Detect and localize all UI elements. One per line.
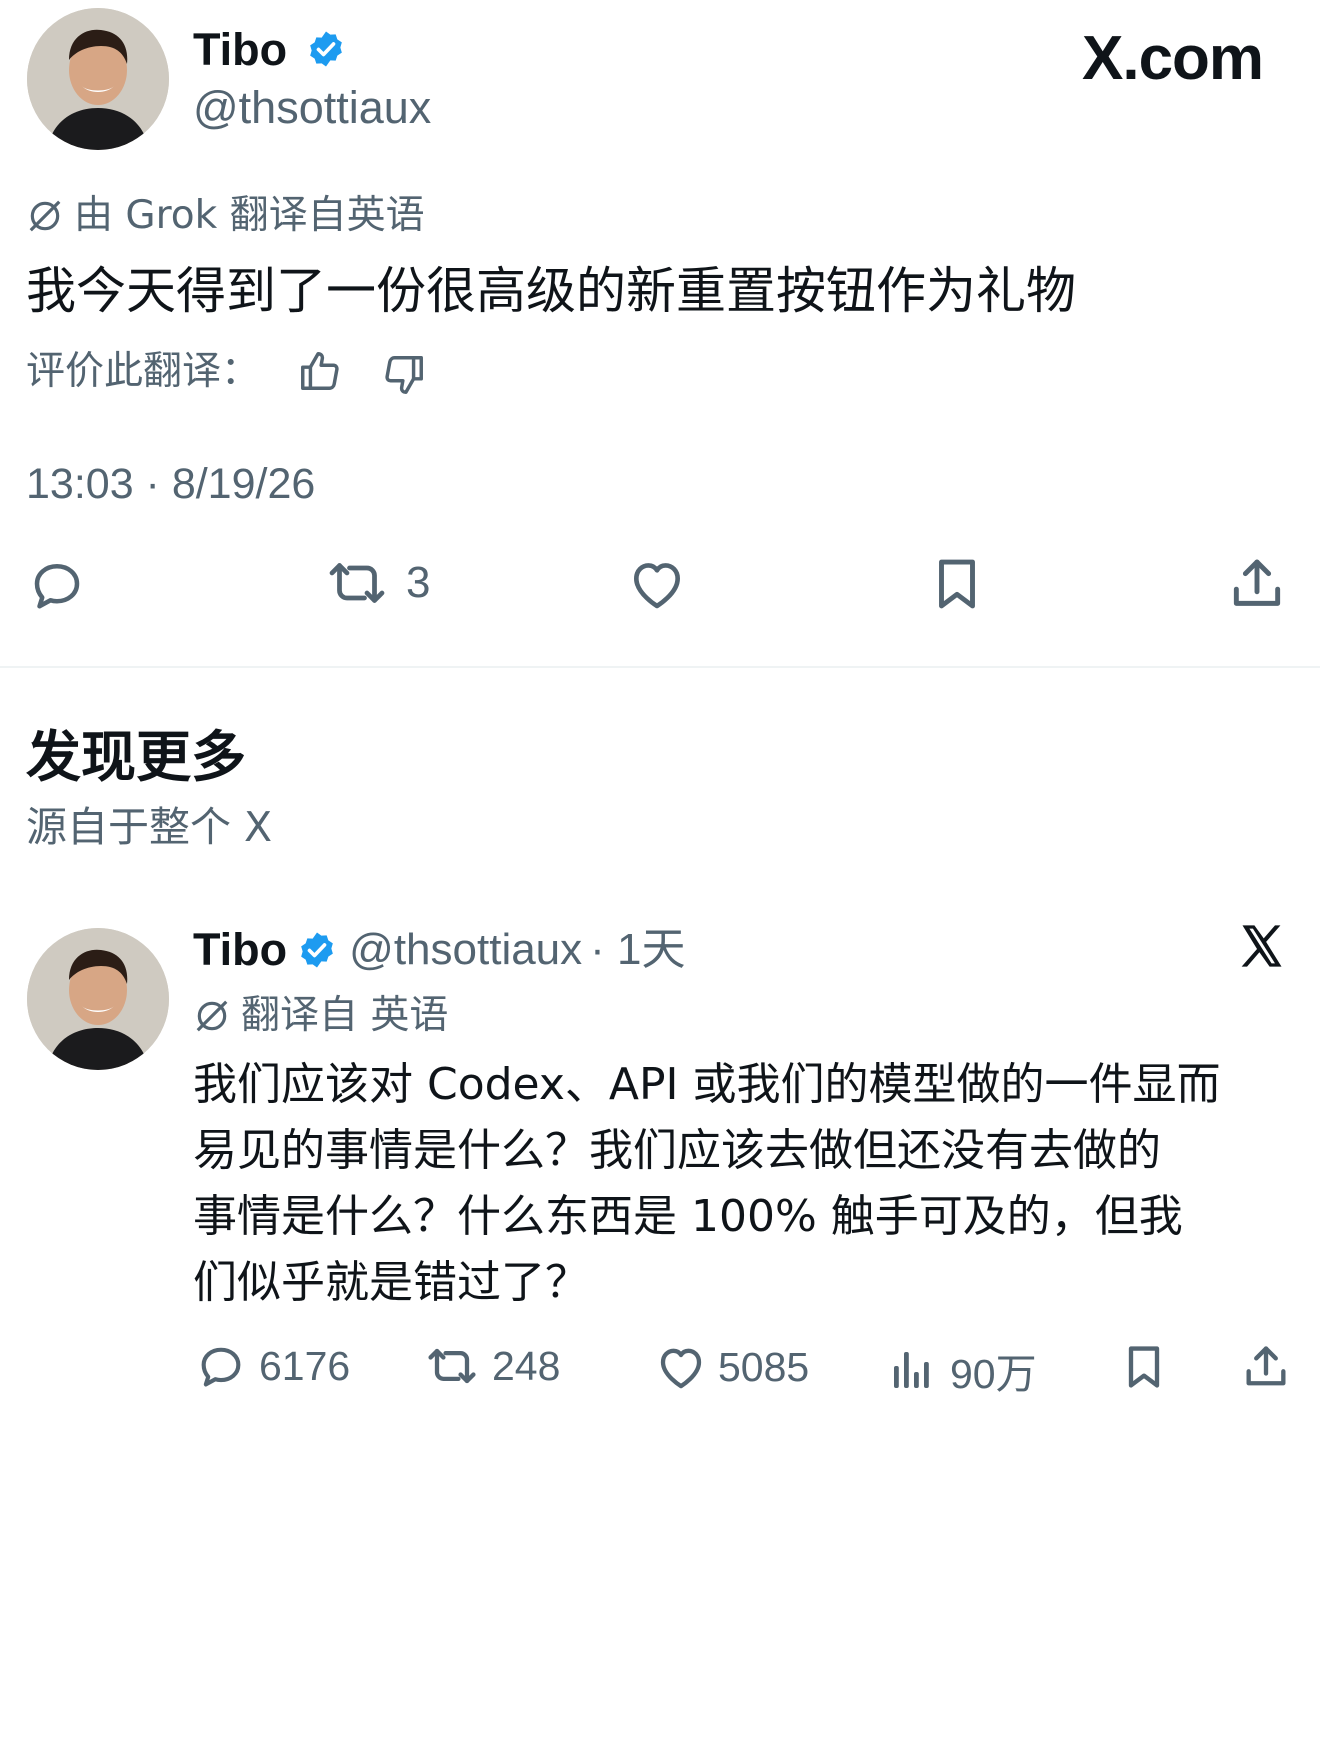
tweet-age: · 1天: [590, 925, 686, 974]
tweet-timestamp[interactable]: 13:03 · 8/19/26: [26, 456, 315, 512]
retweet-button[interactable]: 248: [422, 1340, 560, 1392]
tweet-text-line: 易见的事情是什么？我们应该去做但还没有去做的: [193, 1125, 1161, 1176]
reply-icon[interactable]: [27, 555, 87, 619]
avatar[interactable]: [27, 928, 169, 1070]
author-handle[interactable]: @thsottiaux: [193, 80, 431, 136]
translation-label[interactable]: 翻译自 英语: [193, 990, 448, 1042]
bookmark-icon[interactable]: [1118, 1340, 1170, 1398]
discover-title: 发现更多: [26, 725, 247, 789]
thumbs-down-icon[interactable]: [381, 352, 427, 402]
author-name[interactable]: Tibo: [193, 922, 287, 978]
author-name[interactable]: Tibo: [193, 22, 287, 78]
tweet-text-line: 事情是什么？什么东西是 100% 触手可及的，但我: [193, 1191, 1183, 1242]
translate-icon: [193, 997, 231, 1035]
retweet-button[interactable]: 3: [322, 553, 430, 613]
related-tweet-header: Tibo @thsottiaux · 1天: [193, 922, 686, 978]
views-count: 90万: [950, 1351, 1037, 1397]
avatar[interactable]: [27, 8, 169, 150]
thumbs-up-icon[interactable]: [297, 348, 343, 398]
reply-count: 6176: [259, 1342, 351, 1389]
tweet-text-line: 我们应该对 Codex、API 或我们的模型做的一件显而: [193, 1059, 1221, 1110]
retweet-icon: [422, 1340, 482, 1392]
like-count: 5085: [718, 1343, 810, 1390]
related-tweet-text: 我们应该对 Codex、API 或我们的模型做的一件显而 易见的事情是什么？我们…: [193, 1052, 1221, 1316]
like-button[interactable]: 5085: [654, 1340, 809, 1394]
translate-icon: [26, 197, 64, 235]
heart-icon: [654, 1340, 708, 1394]
views-button[interactable]: 90万: [888, 1340, 1037, 1400]
verified-badge-icon: [297, 930, 337, 970]
reply-button[interactable]: 6176: [195, 1340, 350, 1392]
x-logo-icon[interactable]: [1236, 920, 1288, 976]
x-logo[interactable]: X.com: [1082, 22, 1264, 96]
heart-icon[interactable]: [626, 553, 688, 619]
share-icon[interactable]: [1226, 553, 1288, 619]
views-chart-icon: [888, 1344, 936, 1396]
rate-translation-label: 评价此翻译：: [26, 349, 261, 394]
retweet-count: 3: [406, 558, 431, 607]
translation-label-text: 由 Grok 翻译自英语: [74, 193, 425, 238]
verified-badge-icon: [306, 29, 346, 73]
divider: [0, 666, 1320, 668]
tweet-text: 我今天得到了一份很高级的新重置按钮作为礼物: [26, 262, 1076, 320]
retweet-count: 248: [492, 1342, 561, 1389]
bookmark-icon[interactable]: [926, 553, 988, 619]
tweet-text-line: 们似乎就是错过了？: [193, 1257, 589, 1308]
discover-subtitle: 源自于整个 X: [26, 803, 273, 851]
translation-label[interactable]: 由 Grok 翻译自英语: [26, 190, 425, 242]
author-handle[interactable]: @thsottiaux: [349, 922, 582, 978]
rate-translation: 评价此翻译：: [26, 346, 260, 398]
share-icon[interactable]: [1240, 1340, 1292, 1398]
reply-icon: [195, 1340, 247, 1392]
translation-label-text: 翻译自 英语: [241, 993, 449, 1038]
retweet-icon: [322, 553, 392, 613]
